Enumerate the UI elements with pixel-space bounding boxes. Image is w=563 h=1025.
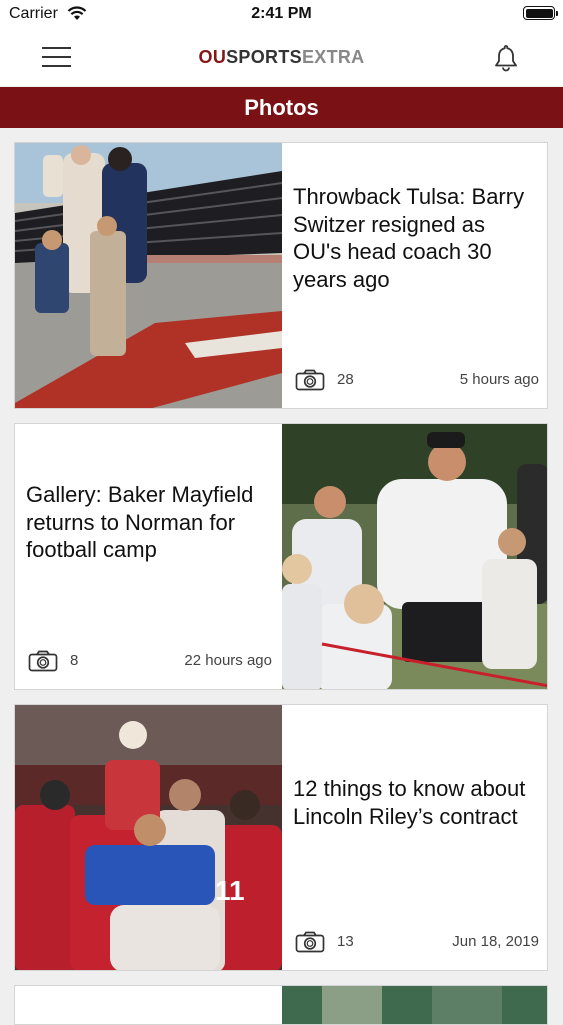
article-photo xyxy=(282,424,547,689)
article-meta: 28 5 hours ago xyxy=(295,369,539,391)
brand-ou: OU xyxy=(198,47,227,67)
notifications-button[interactable] xyxy=(491,43,521,73)
bell-icon xyxy=(495,45,517,72)
photo-count: 28 xyxy=(337,371,354,388)
article-content: Throwback Tulsa: Barry Switzer resigned … xyxy=(282,143,547,408)
article-content: 12 things to know about Lincoln Riley’s … xyxy=(282,705,547,970)
status-bar: Carrier 2:41 PM xyxy=(0,0,563,30)
article-content: Gallery: Baker Mayfield returns to Norma… xyxy=(15,424,282,689)
article-meta: 8 22 hours ago xyxy=(28,650,272,672)
battery-icon xyxy=(523,6,558,20)
svg-text:11: 11 xyxy=(215,875,245,906)
article-meta: 13 Jun 18, 2019 xyxy=(295,931,539,953)
status-time: 2:41 PM xyxy=(251,5,312,22)
article-card[interactable]: Throwback Tulsa: Barry Switzer resigned … xyxy=(14,142,548,409)
photo-count: 13 xyxy=(337,933,354,950)
article-title: 12 things to know about Lincoln Riley’s … xyxy=(293,776,526,829)
camera-icon xyxy=(295,369,325,391)
brand-logo[interactable]: OUSPORTSEXTRA xyxy=(0,47,563,68)
article-photo: 11 xyxy=(15,705,282,970)
article-photo xyxy=(282,986,547,1024)
article-card[interactable]: Gallery: Baker Mayfield returns to Norma… xyxy=(14,423,548,690)
photo-count: 8 xyxy=(70,652,79,669)
article-card[interactable]: 11 12 things to know about Lincoln Riley… xyxy=(14,704,548,971)
article-time: 5 hours ago xyxy=(459,371,539,388)
article-time: 22 hours ago xyxy=(184,652,272,669)
article-title: Gallery: Baker Mayfield returns to Norma… xyxy=(26,482,254,562)
article-photo xyxy=(15,143,282,408)
section-title: Photos xyxy=(0,87,563,128)
camera-icon xyxy=(28,650,58,672)
brand-extra: EXTRA xyxy=(301,47,365,67)
brand-sports: SPORTS xyxy=(226,47,302,67)
article-time: Jun 18, 2019 xyxy=(452,933,539,950)
article-card[interactable] xyxy=(14,985,548,1025)
nav-bar: OUSPORTSEXTRA xyxy=(0,30,563,86)
article-title: Throwback Tulsa: Barry Switzer resigned … xyxy=(293,184,525,292)
camera-icon xyxy=(295,931,325,953)
